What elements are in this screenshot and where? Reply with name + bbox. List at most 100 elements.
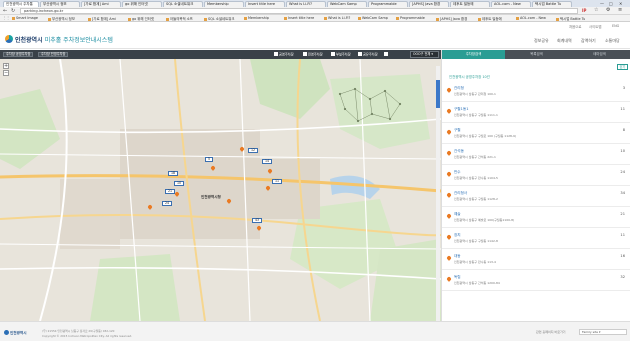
list-item[interactable]: 관리청사 인천광역시 남동구 구월동 1128-2 34: [442, 186, 630, 207]
item-name: 관리청: [454, 86, 464, 90]
item-name: 간석동: [454, 149, 464, 153]
parking-marker-icon[interactable]: [266, 186, 270, 191]
parking-count-label[interactable]: 18: [168, 171, 179, 176]
bookmark-item[interactable]: AOL.com - New: [516, 16, 546, 20]
map-view[interactable]: + − 인천광역시청 5 12 14 18 11 10 21 24 43: [0, 59, 441, 321]
nav-item-community[interactable]: 소통마당: [605, 38, 620, 44]
item-address: 인천광역시 남동구 관리청 100-1: [454, 92, 496, 96]
results-header: 인천광역시 공영주차장 10건: [449, 75, 490, 79]
tab-label: go 위해 인터넷: [125, 2, 148, 6]
item-name: 구월: [454, 128, 461, 132]
related-sites-label: 관련 홈페이지 바로가기: [536, 330, 566, 334]
parking-marker-icon: [447, 109, 451, 114]
parking-marker-icon[interactable]: [257, 226, 261, 231]
results-sidebar: 주차장검색 목록검색 테마검색 닫기 인천광역시 공영주차장 10건 관리청 인…: [441, 50, 630, 321]
bookmark-item[interactable]: [APHS] Java 환경: [436, 16, 467, 21]
apps-icon[interactable]: ⋮⋮: [3, 16, 10, 20]
list-item[interactable]: 구월1동1 인천광역시 남동구 구월동 1111-1 11: [442, 102, 630, 123]
tab-list-search[interactable]: 목록검색: [505, 50, 568, 59]
menu-icon[interactable]: ≡: [618, 7, 622, 13]
bookmark-item[interactable]: What is Li-Fi?: [324, 16, 350, 20]
public-parking-button[interactable]: 주차장 공영주차장: [3, 52, 34, 57]
item-address: 인천광역시 남동구 구월로 100 (구월동 1128-9): [454, 134, 517, 138]
family-site-select[interactable]: Family site ▾: [579, 329, 627, 335]
parking-count-label[interactable]: 24: [162, 201, 173, 206]
item-count: 21: [620, 212, 625, 216]
minimize-icon[interactable]: —: [600, 1, 604, 6]
filter-shared[interactable]: 공유주차장: [358, 52, 378, 57]
parking-marker-icon: [447, 277, 451, 282]
list-item[interactable]: 장치 인천광역시 남동구 구월동 1142-8 11: [442, 228, 630, 249]
list-item[interactable]: 만수 인천광역시 남동구 만수동 1104-5 24: [442, 165, 630, 186]
list-item[interactable]: 관리청 인천광역시 남동구 관리청 100-1 3: [442, 81, 630, 102]
list-item[interactable]: 대동 인천광역시 남동구 만수동 113-4 16: [442, 249, 630, 270]
private-parking-button[interactable]: 주차장 민영주차장: [38, 52, 69, 57]
bookmark-item[interactable]: SQL 소셜네트워크: [204, 16, 235, 21]
bookmark-item[interactable]: WebCam Samp: [358, 16, 388, 20]
bookmark-item[interactable]: 데후트 빌등에: [478, 16, 502, 21]
nav-item-reduction[interactable]: 감액하기: [581, 38, 596, 44]
nav-item-accounts[interactable]: 회계내역: [557, 38, 572, 44]
bookmark-item[interactable]: 부산광역시 정보: [48, 16, 75, 21]
parking-count-label[interactable]: 14: [262, 159, 273, 164]
parking-count-label[interactable]: 5: [205, 157, 214, 162]
bookmark-item[interactable]: 택시업 Battle Tu: [556, 16, 585, 21]
filter-public[interactable]: 공영주차장: [274, 52, 294, 57]
bookmark-item[interactable]: Insert title here: [284, 16, 314, 20]
zoom-out-button[interactable]: −: [3, 70, 9, 76]
tab-theme-search[interactable]: 테마검색: [568, 50, 630, 59]
bookmark-item[interactable]: [가로 합계] Ami: [88, 16, 116, 21]
filter-label: 부설주차장: [336, 52, 351, 57]
bookmark-item[interactable]: Smart Image: [12, 16, 38, 20]
bookmark-item[interactable]: 아들의목적 소프: [166, 16, 193, 21]
parking-count-label[interactable]: 10: [174, 181, 185, 186]
bookmark-item[interactable]: Programmable: [396, 16, 425, 20]
city-emblem-icon[interactable]: [5, 35, 13, 43]
tab-label: SQL 소셜네트워크: [166, 2, 194, 6]
back-icon[interactable]: ←: [3, 8, 7, 14]
filter-other[interactable]: [384, 52, 389, 57]
site-logo[interactable]: 인천광역시 미추홀 주차정보안내시스템: [15, 35, 113, 44]
zoom-in-button[interactable]: +: [3, 63, 9, 69]
nav-item-info[interactable]: 정보공유: [534, 38, 549, 44]
map-scrollbar-thumb[interactable]: [436, 80, 440, 108]
parking-count-label[interactable]: 43: [252, 218, 263, 223]
parking-marker-icon[interactable]: [148, 205, 152, 210]
list-item[interactable]: 구월 인천광역시 남동구 구월로 100 (구월동 1128-9) 8: [442, 123, 630, 144]
language-link[interactable]: ENG: [612, 24, 619, 28]
bookmark-item[interactable]: Membership: [244, 16, 269, 20]
item-address: 인천광역시 남동구 구월동 1142-8: [454, 239, 498, 243]
url-input[interactable]: parking.incheon.go.kr: [20, 8, 578, 14]
parking-marker-icon[interactable]: [211, 166, 215, 171]
close-button[interactable]: 닫기: [617, 64, 628, 70]
ip-badge[interactable]: IP: [582, 8, 586, 13]
item-address: 인천광역시 남동구 간석동 1200-84: [454, 281, 500, 285]
parking-count-label[interactable]: 11: [272, 179, 283, 184]
item-name: 예술: [454, 212, 461, 216]
parking-marker-icon[interactable]: [175, 192, 179, 197]
list-item[interactable]: 독립 인천광역시 남동구 간석동 1200-84 32: [442, 270, 630, 291]
star-icon[interactable]: ☆: [594, 7, 598, 13]
bookmark-item[interactable]: go 위해 인터넷: [128, 16, 154, 21]
button-label: 주차장 민영주차장: [41, 52, 66, 56]
parking-count-label[interactable]: 12: [248, 148, 259, 153]
parking-marker-icon[interactable]: [268, 169, 272, 174]
parking-marker-icon: [447, 172, 451, 177]
sitemap-link[interactable]: 사이트맵: [589, 24, 601, 29]
parking-marker-icon[interactable]: [227, 199, 231, 204]
home-link[interactable]: 처음으로: [569, 24, 581, 29]
parking-marker-icon[interactable]: [240, 147, 244, 152]
extension-icon[interactable]: ⚙: [606, 7, 610, 13]
item-count: 34: [620, 191, 625, 195]
filter-attached[interactable]: 부설주차장: [331, 52, 351, 57]
district-select[interactable]: OOO구 전체 ▾: [410, 51, 439, 58]
list-item[interactable]: 예술 인천광역시 남동구 예술로 100(구월동1100-8) 21: [442, 207, 630, 228]
tab-label: AOL.com - New: [494, 2, 521, 6]
tab-parking-search[interactable]: 주차장검색: [442, 50, 505, 59]
reload-icon[interactable]: ↻: [11, 8, 15, 14]
maximize-icon[interactable]: □: [609, 1, 613, 6]
filter-private[interactable]: 민영주차장: [303, 52, 323, 57]
close-window-icon[interactable]: ✕: [619, 1, 622, 6]
footer-address: (우) 21554 인천광역시 남동구 정각로 29(구월동) 032-120: [42, 329, 115, 333]
list-item[interactable]: 간석동 인천광역시 남동구 간석동 221-1 10: [442, 144, 630, 165]
